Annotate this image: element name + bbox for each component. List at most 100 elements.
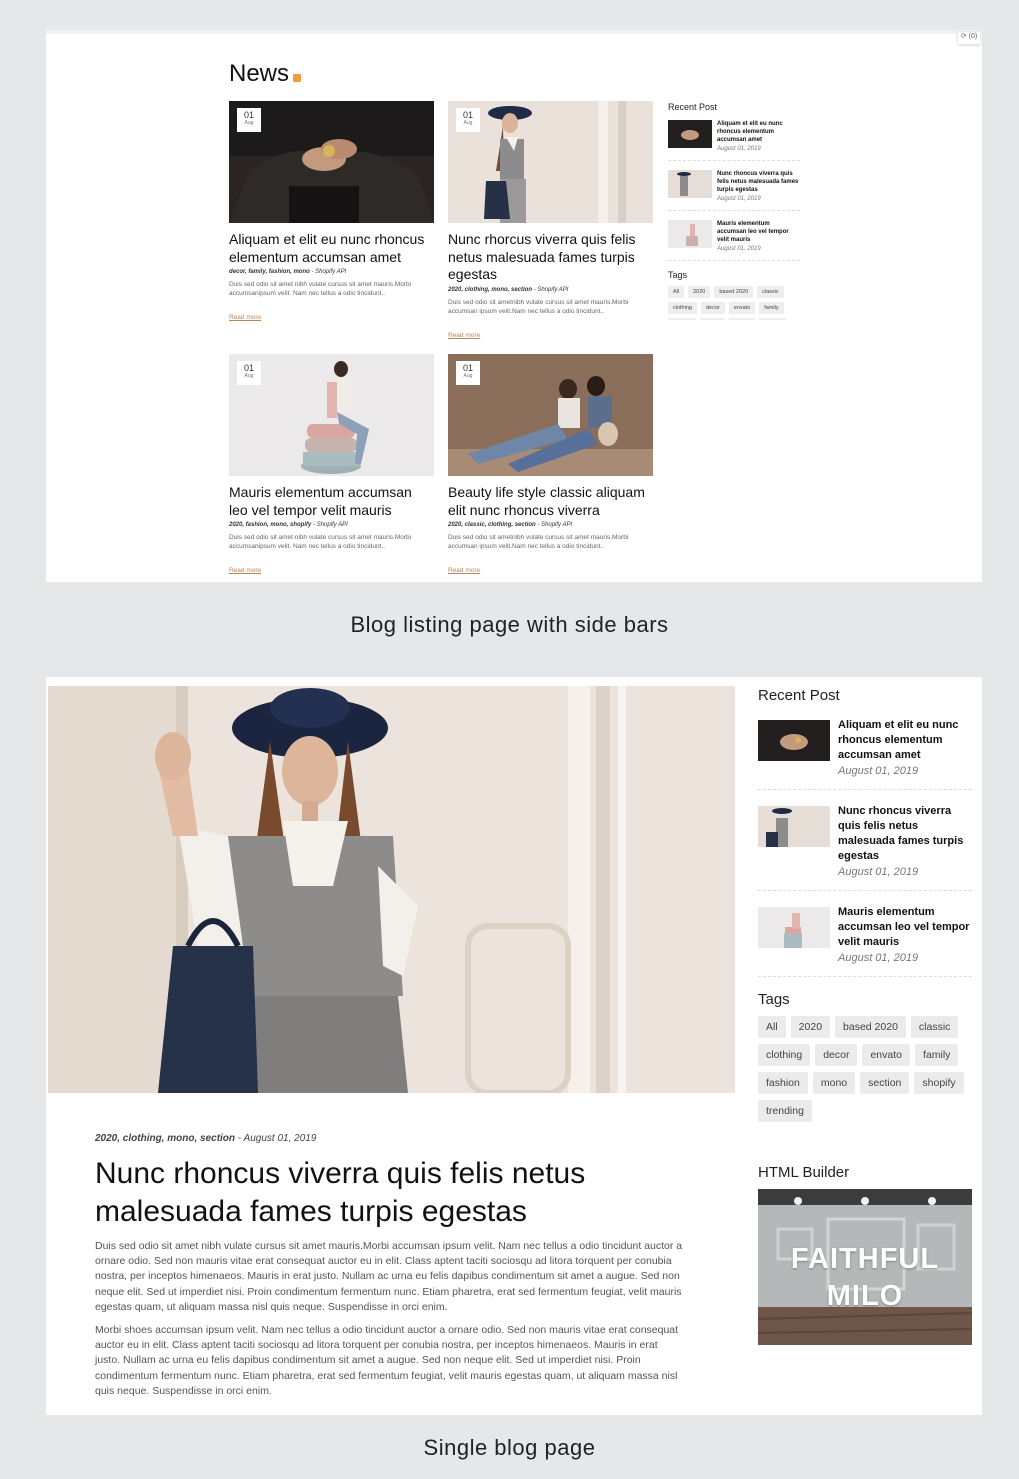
post-title: Nunc rhoncus viverra quis felis netus ma… <box>95 1157 586 1228</box>
recent-post-date: August 01, 2019 <box>838 952 919 964</box>
tag-chip[interactable]: clothing <box>758 1044 811 1066</box>
recent-post-thumb[interactable] <box>668 120 712 148</box>
read-more-link[interactable]: Read more <box>448 332 480 339</box>
tag-chip[interactable]: based 2020 <box>835 1016 906 1038</box>
tag-chip[interactable]: trending <box>758 1100 812 1122</box>
recent-post-date: August 01, 2019 <box>838 765 919 777</box>
post-meta: 2020, classic, clothing, section - Shopi… <box>448 522 653 528</box>
tags-heading: Tags <box>758 991 790 1008</box>
post-author: - Shopify API <box>311 522 348 528</box>
recent-post-item[interactable]: Mauris elementum accumsan leo vel tempor… <box>758 905 972 977</box>
sidebar: Recent Post Aliquam et elit eu nunc rhon… <box>758 687 972 1345</box>
recent-post-date: August 01, 2019 <box>717 246 761 252</box>
tag-chip[interactable]: section <box>860 1072 910 1094</box>
date-badge: 01 Aug <box>237 108 261 132</box>
tag-chip[interactable]: decor <box>815 1044 858 1066</box>
recent-post-item[interactable]: Nunc rhoncus viverra quis felis netus ma… <box>668 170 800 211</box>
tag-chip[interactable]: fashion <box>668 318 696 320</box>
tag-chip[interactable]: mono <box>699 318 724 320</box>
html-builder-banner[interactable]: FAITHFUL MILO <box>758 1189 972 1345</box>
recent-post-item[interactable]: Nunc rhoncus viverra quis felis netus ma… <box>758 804 972 891</box>
post-paragraph: Duis sed odio sit amet nibh vulate cursu… <box>95 1240 683 1313</box>
sidebar: Recent Post Aliquam et elit eu nunc rhon… <box>668 102 800 320</box>
tag-chip[interactable]: 2020 <box>688 286 711 298</box>
recent-post-heading: Recent Post <box>758 687 840 704</box>
read-more-link[interactable]: Read more <box>229 567 261 574</box>
post-excerpt: Duis sed odio sit ametnibh vulate cursus… <box>448 298 629 315</box>
builder-line1: FAITHFUL <box>790 1243 940 1275</box>
post-excerpt: Duis sed odio sit ametnibh vulate cursus… <box>448 534 629 550</box>
post-date: - August 01, 2019 <box>235 1133 317 1144</box>
recent-post-date: August 01, 2019 <box>717 146 761 152</box>
post-image[interactable]: 01 Aug <box>448 101 653 223</box>
recent-post-thumb[interactable] <box>668 170 712 198</box>
post-excerpt: Duis sed odio sit amet nibh vulate cursu… <box>229 281 412 297</box>
recent-post-thumb[interactable] <box>758 806 830 847</box>
post-image[interactable]: 01 Aug <box>229 101 434 223</box>
read-more-link[interactable]: Read more <box>448 567 480 574</box>
date-badge: 01 Aug <box>237 361 261 385</box>
recent-post-thumb[interactable] <box>758 907 830 948</box>
post-card: 01 Aug Aliquam et elit eu nunc rhoncus el… <box>229 101 434 324</box>
recent-post-title[interactable]: Nunc rhoncus viverra quis felis netus ma… <box>717 170 800 194</box>
post-title[interactable]: Mauris elementum accumsan leo vel tempor… <box>229 484 434 519</box>
post-meta: decor, family, fashion, mono - Shopify A… <box>229 269 434 275</box>
recent-post-item[interactable]: Aliquam et elit eu nunc rhoncus elementu… <box>758 718 972 790</box>
post-tags[interactable]: 2020, clothing, mono, section <box>95 1133 235 1144</box>
recent-post-title[interactable]: Mauris elementum accumsan leo vel tempor… <box>717 220 800 244</box>
recent-post-thumb[interactable] <box>668 220 712 248</box>
post-tags[interactable]: decor, family, fashion, mono <box>229 269 310 275</box>
post-image[interactable]: 01 Aug <box>448 354 653 476</box>
tag-chip[interactable]: fashion <box>758 1072 808 1094</box>
tag-chip[interactable]: shopify <box>758 318 787 320</box>
tag-chip[interactable]: envato <box>862 1044 910 1066</box>
post-tags[interactable]: 2020, classic, clothing, section <box>448 522 536 528</box>
post-meta: 2020, clothing, mono, section - Shopify … <box>448 287 653 293</box>
tag-chip[interactable]: All <box>668 286 685 298</box>
tag-chip[interactable]: classic <box>910 1016 959 1038</box>
reload-icon[interactable]: ⟳ (0) <box>958 32 980 44</box>
post-title[interactable]: Aliquam et elit eu nunc rhoncus elementu… <box>229 231 434 266</box>
single-caption: Single blog page <box>423 1435 596 1460</box>
tag-chip[interactable]: based 2020 <box>714 286 754 298</box>
post-excerpt: Duis sed odio sit amet nibh vulate cursu… <box>229 534 412 550</box>
tag-chip[interactable]: section <box>727 318 755 320</box>
tag-chip[interactable]: family <box>915 1044 959 1066</box>
recent-post-item[interactable]: Mauris elementum accumsan leo vel tempor… <box>668 220 800 261</box>
post-author: - Shopify API <box>532 286 569 293</box>
recent-post-thumb[interactable] <box>758 720 830 761</box>
post-author: - Shopify API <box>535 522 573 528</box>
post-meta: 2020, fashion, mono, shopify - Shopify A… <box>229 522 434 528</box>
tag-chip[interactable]: family <box>759 302 784 314</box>
post-tags[interactable]: 2020, clothing, mono, section <box>448 287 532 293</box>
post-image[interactable]: 01 Aug <box>229 354 434 476</box>
blog-listing-panel: ⟳ (0) News 01 Aug Aliquam et elit eu nunc… <box>46 30 982 582</box>
post-card: 01 Aug Mauris elementum accumsan leo vel … <box>229 354 434 577</box>
tag-chip[interactable]: clothing <box>668 302 697 314</box>
post-meta: 2020, clothing, mono, section - August 0… <box>95 1133 316 1144</box>
tag-chip[interactable]: mono <box>812 1072 856 1094</box>
post-title[interactable]: Nunc rhorcus viverra quis felis netus ma… <box>448 231 653 284</box>
recent-post-title[interactable]: Aliquam et elit eu nunc rhoncus elementu… <box>717 120 800 144</box>
recent-post-title[interactable]: Nunc rhoncus viverra quis felis netus ma… <box>838 804 972 864</box>
reload-count: (0) <box>968 33 978 40</box>
recent-post-title[interactable]: Mauris elementum accumsan leo vel tempor… <box>838 905 972 950</box>
tag-chip[interactable]: decor <box>700 302 725 314</box>
recent-post-date: August 01, 2019 <box>838 866 919 878</box>
news-title-text: News <box>229 60 290 87</box>
tag-chip[interactable]: classic <box>757 286 784 298</box>
tag-cloud: All 2020 based 2020 classic clothing dec… <box>758 1016 972 1122</box>
post-card: 01 Aug Nunc rhorcus viverra quis felis ne… <box>448 101 653 342</box>
tag-chip[interactable]: shopify <box>914 1072 964 1094</box>
read-more-link[interactable]: Read more <box>229 314 261 321</box>
rss-icon[interactable] <box>293 74 302 82</box>
post-paragraph: Morbi shoes accumsan ipsum velit. Nam ne… <box>95 1324 679 1397</box>
tag-chip[interactable]: All <box>758 1016 786 1038</box>
post-title[interactable]: Beauty life style classic aliquam elit n… <box>448 484 653 519</box>
tag-cloud: All 2020 based 2020 classic clothing dec… <box>668 286 793 320</box>
recent-post-title[interactable]: Aliquam et elit eu nunc rhoncus elementu… <box>838 718 972 763</box>
recent-post-item[interactable]: Aliquam et elit eu nunc rhoncus elementu… <box>668 120 800 161</box>
tag-chip[interactable]: envato <box>728 302 756 314</box>
tag-chip[interactable]: 2020 <box>790 1016 831 1038</box>
post-tags[interactable]: 2020, fashion, mono, shopify <box>229 522 311 528</box>
